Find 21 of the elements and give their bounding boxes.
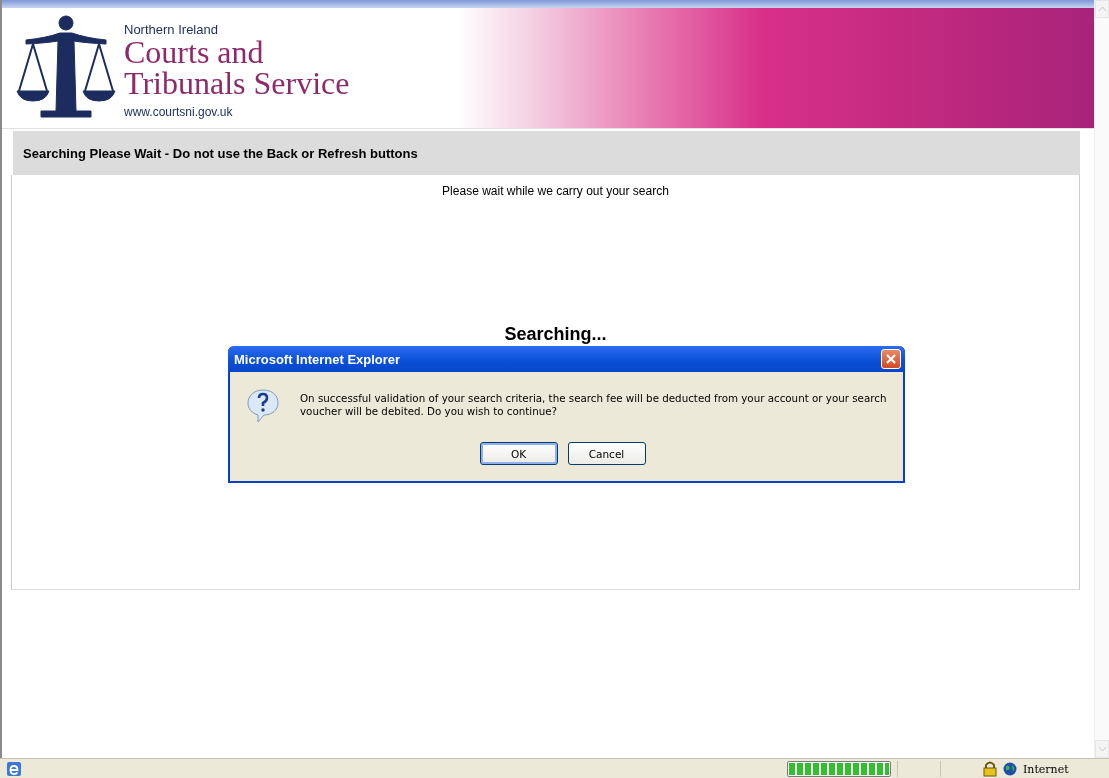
organisation-title: Tribunals Service (124, 67, 350, 99)
scroll-down-button[interactable] (1095, 740, 1109, 758)
dialog-button[interactable]: OK (479, 442, 558, 465)
dialog-message: On successful validation of your search criteria, the search fee will be deducted from your account or your search voucher will be debited. Do you wish to continue? (300, 392, 888, 418)
wait-message: Please wait while we carry out your search (442, 184, 669, 198)
globe-icon (1003, 762, 1017, 776)
question-icon (246, 388, 280, 424)
searching-text: Searching... (504, 324, 607, 345)
organisation-title: Courts and (124, 36, 265, 68)
padlock-icon (983, 761, 997, 777)
browser-icon (6, 761, 22, 777)
notice-text: Searching Please Wait - Do not use the Back or Refresh buttons (23, 145, 418, 161)
region-text: Northern Ireland (124, 21, 219, 37)
dialog-button[interactable]: Cancel (567, 442, 646, 465)
scroll-up-button[interactable] (1095, 0, 1109, 18)
close-icon (885, 353, 897, 365)
security-zone-text: Internet (1023, 762, 1070, 776)
scrollbar[interactable] (1094, 0, 1109, 758)
website-address: www.courtsni.gov.uk (124, 104, 234, 119)
dialog-title: Microsoft Internet Explorer (234, 351, 401, 367)
close-button[interactable] (881, 349, 901, 369)
